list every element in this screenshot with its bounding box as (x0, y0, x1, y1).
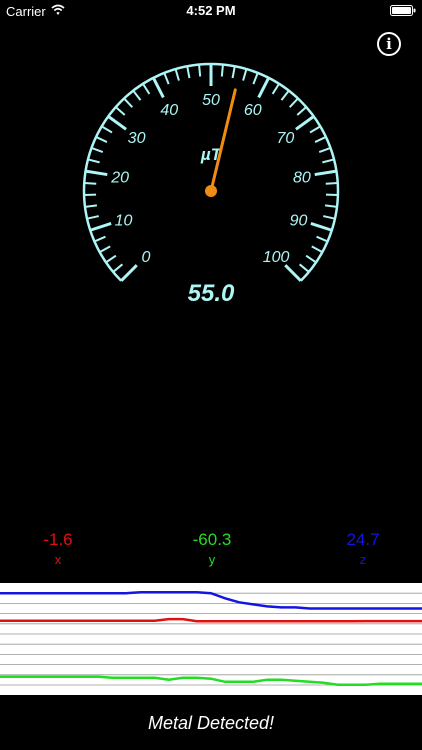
axis-z-label: z (359, 552, 367, 567)
gauge-minor-tick (95, 136, 108, 143)
gauge-major-tick (284, 264, 302, 282)
gauge-tick-label: 80 (293, 170, 311, 187)
gauge-minor-tick (252, 72, 259, 85)
graph-series-line (0, 590, 422, 610)
axis-x-value: -1.6 (43, 530, 73, 549)
gauge-tick-label: 0 (141, 249, 150, 266)
battery-icon (390, 5, 416, 16)
gauge-minor-tick (186, 66, 191, 79)
gauge-minor-tick (231, 66, 236, 79)
gauge-minor-tick (324, 204, 338, 208)
status-time: 4:52 PM (186, 3, 236, 18)
history-graph (0, 583, 422, 695)
gauge-minor-tick (296, 106, 307, 116)
gauge-minor-tick (87, 158, 100, 164)
gauge-minor-tick (322, 158, 335, 164)
graph-series (0, 590, 422, 687)
gauge-minor-tick (311, 245, 323, 254)
gauge-minor-tick (163, 72, 170, 85)
gauge-tick-label: 60 (244, 102, 262, 119)
gauge-tick-label: 30 (128, 130, 146, 147)
gauge-minor-tick (298, 263, 310, 273)
gauge-major-tick (295, 115, 315, 131)
gauge-minor-tick (309, 125, 321, 134)
axis-x-label: x (54, 552, 62, 567)
gauge-minor-tick (305, 254, 317, 264)
axis-y-label: y (208, 552, 216, 567)
gauge-minor-tick (325, 182, 338, 185)
gauge-major-tick (89, 222, 112, 232)
gauge-minor-tick (86, 215, 99, 220)
status-bar: Carrier 4:52 PM (0, 0, 422, 22)
gauge-major-tick (85, 169, 108, 177)
graph-grid (0, 592, 422, 686)
axis-y-readout: -60.3 y (172, 530, 252, 567)
gauge-major-tick (314, 169, 337, 177)
gauge-minor-tick (142, 83, 151, 95)
gauge-tick-label: 100 (263, 249, 290, 266)
gauge-tick-label: 20 (110, 170, 129, 187)
gauge-minor-tick (115, 106, 126, 116)
gauge-minor-tick (220, 64, 224, 77)
gauge-tick-label: 50 (202, 92, 220, 109)
gauge-minor-tick (198, 64, 202, 77)
gauge-minor-tick (123, 97, 134, 108)
axis-z-value: 24.7 (346, 530, 380, 549)
axis-z-readout: 24.7 z (323, 530, 403, 567)
gauge-minor-tick (314, 136, 327, 143)
gauge-major-tick (120, 264, 138, 282)
gauge-minor-tick (316, 235, 328, 243)
gauge-major-tick (107, 115, 127, 131)
gauge-tick-labels: 0 10 20 30 40 50 60 70 80 90 100 (110, 92, 311, 266)
gauge-minor-tick (323, 215, 336, 220)
axis-y-value: -60.3 (192, 530, 232, 549)
gauge-major-tick (310, 222, 333, 232)
gauge-major-tick (152, 77, 165, 99)
gauge-minor-tick (271, 83, 280, 95)
gauge-minor-tick (318, 147, 331, 153)
gauge-minor-tick (91, 147, 104, 153)
app-screen: Carrier 4:52 PM i 0 10 20 30 40 50 60 70 80 90 100… (0, 0, 422, 750)
status-message: Metal Detected! (147, 713, 275, 733)
gauge-minor-tick (174, 68, 180, 81)
gauge-minor-tick (84, 182, 97, 185)
gauge-minor-tick (101, 125, 113, 134)
gauge-minor-tick (112, 263, 124, 273)
gauge-major-tick (257, 77, 270, 99)
gauge-minor-tick (288, 97, 299, 108)
gauge-minor-tick (242, 68, 248, 81)
gauge-tick-label: 70 (277, 130, 295, 147)
gauge-minor-tick (84, 204, 98, 208)
gauge-tick-label: 10 (115, 212, 133, 229)
gauge-minor-tick (94, 235, 106, 243)
graph-series-line (0, 675, 422, 687)
graph-series-line (0, 617, 422, 623)
axis-x-readout: -1.6 x (18, 530, 98, 567)
gauge-tick-label: 90 (290, 212, 308, 229)
field-strength-readout: 55.0 (187, 280, 235, 307)
gauge-minor-tick (105, 254, 117, 264)
gauge-tick-label: 40 (160, 102, 178, 119)
gauge-minor-tick (99, 245, 111, 254)
gauge-minor-tick (132, 90, 142, 101)
gauge-needle-hub (205, 185, 217, 197)
gauge-minor-tick (280, 90, 290, 101)
